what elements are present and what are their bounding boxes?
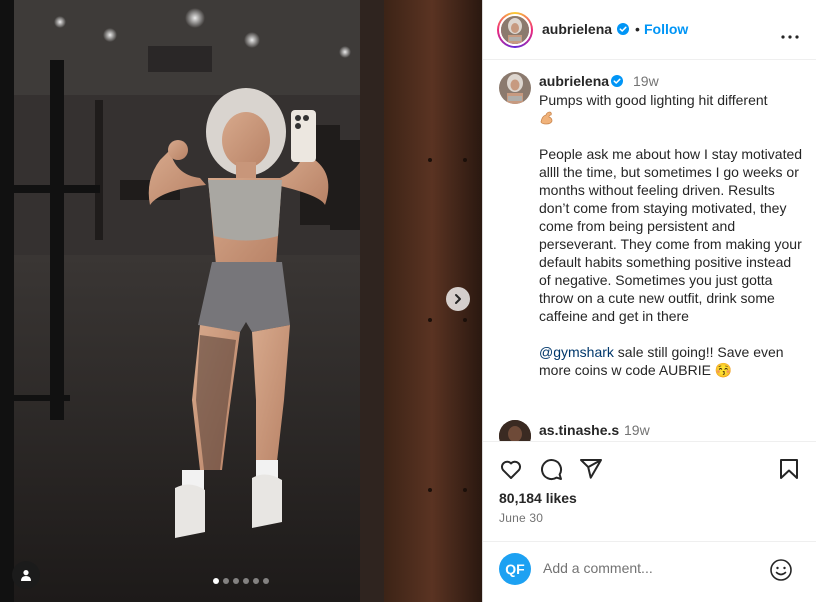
more-options-button[interactable] <box>781 26 799 44</box>
save-button[interactable] <box>777 457 801 486</box>
verified-badge-icon <box>617 22 629 40</box>
share-button[interactable] <box>579 457 603 486</box>
gym-mirror-selfie-image <box>0 0 482 602</box>
heart-icon <box>500 460 522 479</box>
like-button[interactable] <box>499 457 523 486</box>
carousel-dot <box>243 578 249 584</box>
add-comment-bar: QF <box>483 541 816 602</box>
author-username[interactable]: aubrielena <box>542 21 612 37</box>
chevron-right-icon <box>455 294 461 304</box>
avatar <box>501 16 529 44</box>
comment-button[interactable] <box>539 457 563 486</box>
post-actions: 80,184 likes June 30 <box>483 441 816 541</box>
caption-timestamp[interactable]: 19w <box>633 73 659 89</box>
flexed-biceps-icon <box>540 111 553 125</box>
avatar[interactable] <box>499 72 531 104</box>
caption-first-line: Pumps with good lighting hit different <box>539 92 768 108</box>
carousel-dot <box>233 578 239 584</box>
carousel-dot <box>263 578 269 584</box>
avatar: QF <box>499 553 531 585</box>
comment-timestamp[interactable]: 19w <box>624 422 650 438</box>
more-horizontal-icon <box>781 35 799 39</box>
caption-promo: @gymshark sale still going!! Save even m… <box>539 343 805 379</box>
share-icon <box>580 459 602 479</box>
mention-link[interactable]: @gymshark <box>539 344 614 360</box>
caption-text: Pumps with good lighting hit different P… <box>539 91 805 379</box>
post-photo[interactable] <box>0 0 482 602</box>
post-side-panel: aubrielena • Follow aubrielena 19w Pumps… <box>482 0 816 602</box>
likes-count[interactable]: 80,184 likes <box>499 490 577 506</box>
emoji-icon <box>770 559 792 581</box>
carousel-indicator <box>213 578 269 584</box>
post-header: aubrielena • Follow <box>483 0 816 60</box>
comment-input[interactable] <box>543 560 763 576</box>
caption-body: People ask me about how I stay motivated… <box>539 146 803 324</box>
carousel-dot <box>223 578 229 584</box>
follow-button[interactable]: Follow <box>644 21 688 37</box>
carousel-dot <box>253 578 259 584</box>
comment-username[interactable]: as.tinashe.s <box>539 422 619 438</box>
avatar[interactable] <box>499 420 531 441</box>
carousel-dot <box>213 578 219 584</box>
user-tag-icon <box>21 570 31 581</box>
tagged-users-button[interactable] <box>12 561 40 589</box>
verified-badge-icon <box>611 74 623 92</box>
caption-username[interactable]: aubrielena <box>539 73 609 89</box>
emoji-button[interactable] <box>769 558 793 587</box>
comments-scroll-area[interactable]: aubrielena 19w Pumps with good lighting … <box>483 60 816 441</box>
bookmark-icon <box>780 459 798 479</box>
carousel-next-button[interactable] <box>446 287 470 311</box>
comment-item: as.tinashe.s 19w <box>499 419 809 441</box>
comment-icon <box>541 459 563 481</box>
header-separator: • <box>635 21 640 37</box>
post-date[interactable]: June 30 <box>499 511 543 525</box>
author-avatar-story-ring[interactable] <box>497 12 533 48</box>
muscle-emoji-line <box>539 109 805 127</box>
